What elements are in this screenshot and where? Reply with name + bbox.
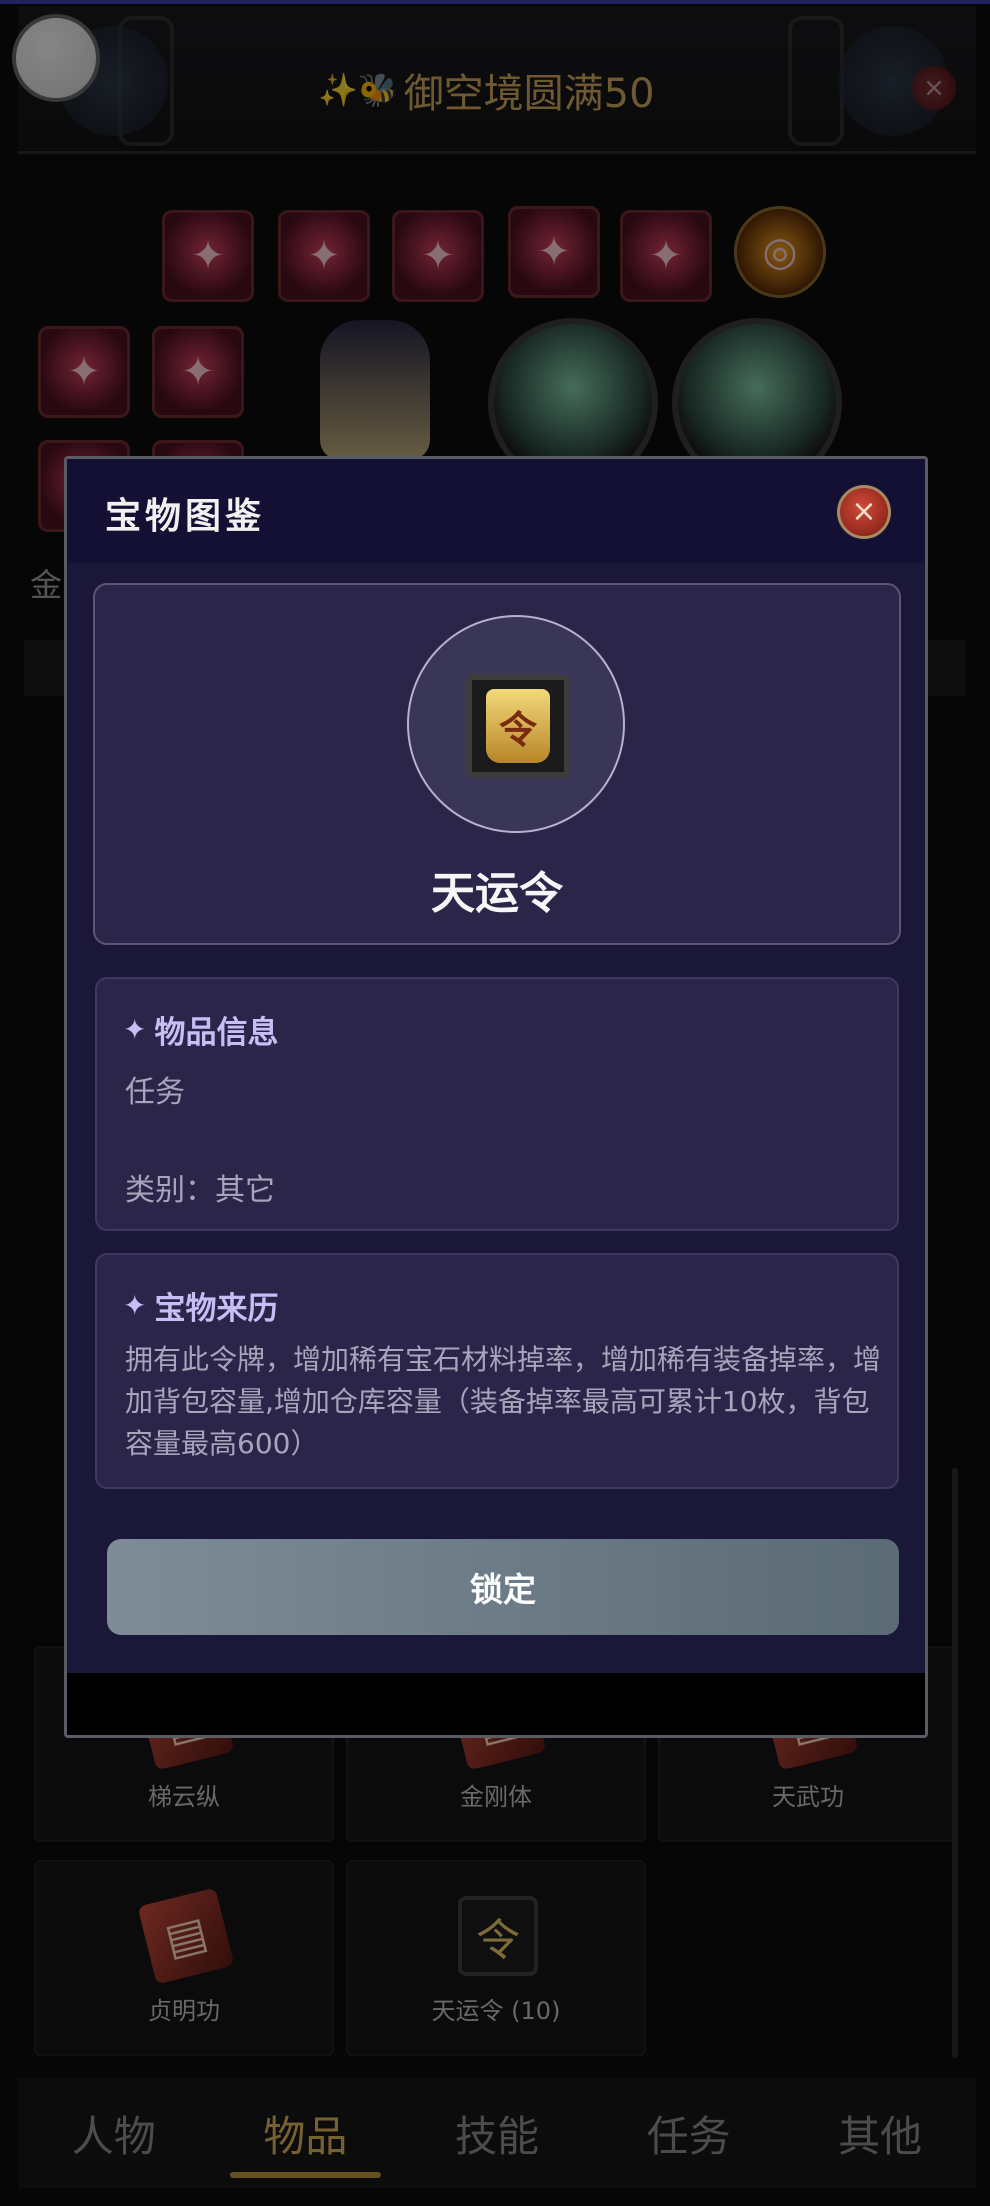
treasure-codex-modal: 宝物图鉴 × 令 天运令 ✦ 物品信息 任务 类别：其它 ✦ 宝物来历 拥有此令… bbox=[64, 456, 928, 1738]
sparkle-icon: ✦ bbox=[123, 1289, 147, 1322]
token-icon: 令 bbox=[466, 674, 570, 778]
close-icon[interactable]: × bbox=[837, 485, 891, 539]
item-hero-card: 令 天运令 bbox=[93, 583, 901, 945]
item-history-heading: ✦ 宝物来历 bbox=[123, 1283, 278, 1328]
item-history-text: 拥有此令牌，增加稀有宝石材料掉率，增加稀有装备掉率，增加背包容量,增加仓库容量（… bbox=[125, 1343, 882, 1460]
sparkle-icon: ✦ bbox=[123, 1013, 147, 1046]
item-category: 类别：其它 bbox=[125, 1173, 275, 1208]
item-info-heading: ✦ 物品信息 bbox=[123, 1007, 278, 1052]
item-history-heading-text: 宝物来历 bbox=[154, 1291, 279, 1327]
item-name: 天运令 bbox=[431, 868, 563, 919]
modal-title: 宝物图鉴 bbox=[105, 496, 266, 537]
item-info-heading-text: 物品信息 bbox=[154, 1015, 279, 1051]
token-plaque: 令 bbox=[486, 689, 550, 763]
item-type: 任务 bbox=[125, 1075, 185, 1110]
lock-button[interactable]: 锁定 bbox=[107, 1539, 899, 1635]
item-info-card: ✦ 物品信息 任务 类别：其它 bbox=[95, 977, 899, 1231]
item-icon-ring: 令 bbox=[407, 615, 625, 833]
item-history-card: ✦ 宝物来历 拥有此令牌，增加稀有宝石材料掉率，增加稀有装备掉率，增加背包容量,… bbox=[95, 1253, 899, 1489]
modal-header: 宝物图鉴 × bbox=[67, 459, 925, 563]
